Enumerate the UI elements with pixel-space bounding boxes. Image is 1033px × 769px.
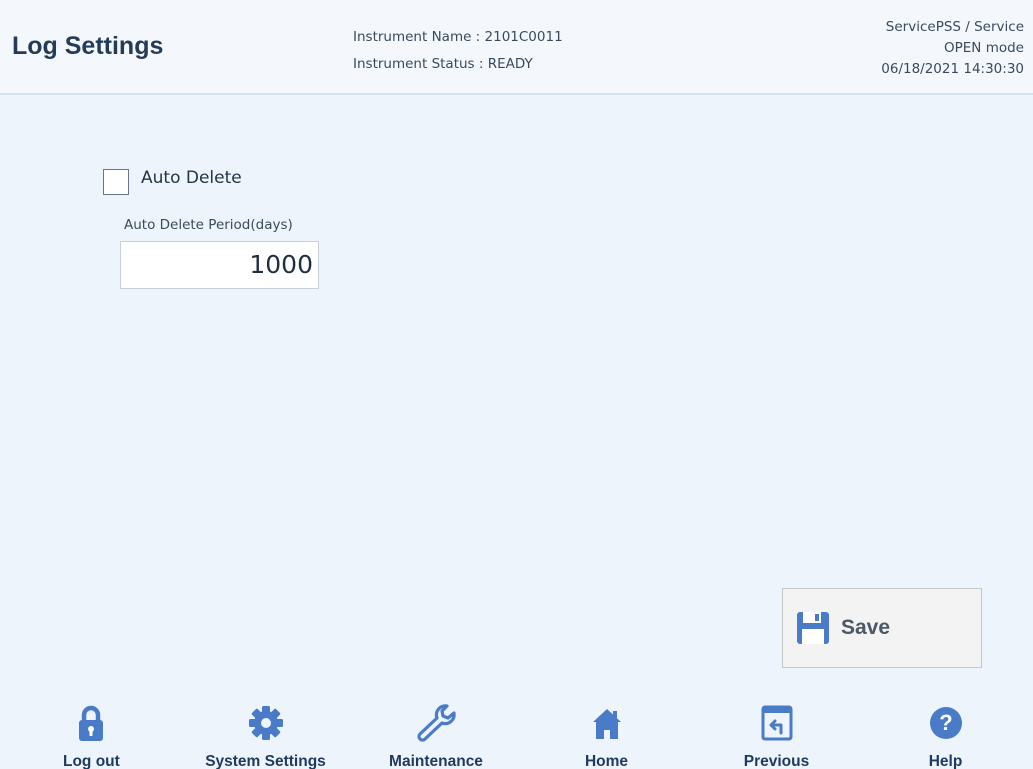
instrument-status: Instrument Status : READY [353, 56, 533, 72]
datetime: 06/18/2021 14:30:30 [881, 61, 1024, 77]
gear-icon [200, 703, 331, 743]
nav-logout[interactable]: Log out [63, 703, 120, 769]
previous-window-icon [742, 703, 811, 743]
instrument-name: Instrument Name : 2101C0011 [353, 29, 563, 45]
nav-home-label: Home [584, 753, 629, 769]
nav-system-settings-label: System Settings [205, 753, 326, 769]
user-info: ServicePSS / Service OPEN mode 06/18/202… [881, 17, 1024, 80]
nav-logout-label: Log out [63, 753, 120, 769]
header-bar: Log Settings Instrument Name : 2101C0011… [0, 0, 1033, 95]
user-name: ServicePSS / Service [885, 19, 1024, 35]
floppy-disk-icon [796, 611, 830, 650]
auto-delete-period-label: Auto Delete Period(days) [124, 217, 293, 233]
nav-maintenance-label: Maintenance [389, 753, 483, 769]
nav-home[interactable]: Home [583, 703, 630, 769]
auto-delete-checkbox-row[interactable]: Auto Delete [103, 168, 242, 195]
nav-previous[interactable]: Previous [742, 703, 811, 769]
mode-label: OPEN mode [944, 40, 1024, 56]
auto-delete-period-input[interactable]: 1000 [120, 241, 319, 289]
auto-delete-checkbox[interactable] [103, 169, 129, 195]
save-button[interactable]: Save [782, 588, 982, 668]
nav-help-label: Help [928, 753, 963, 769]
page-title: Log Settings [12, 32, 164, 60]
auto-delete-label: Auto Delete [141, 168, 242, 188]
wrench-icon [385, 703, 487, 743]
svg-text:?: ? [939, 710, 952, 735]
nav-previous-label: Previous [743, 753, 810, 769]
lock-icon [76, 703, 106, 743]
nav-help[interactable]: ? Help [926, 703, 965, 769]
nav-system-settings[interactable]: System Settings [200, 703, 331, 769]
nav-maintenance[interactable]: Maintenance [385, 703, 487, 769]
instrument-info: Instrument Name : 2101C0011 Instrument S… [353, 24, 563, 78]
save-label: Save [841, 616, 891, 639]
help-icon: ? [926, 703, 965, 743]
home-icon [583, 703, 630, 743]
